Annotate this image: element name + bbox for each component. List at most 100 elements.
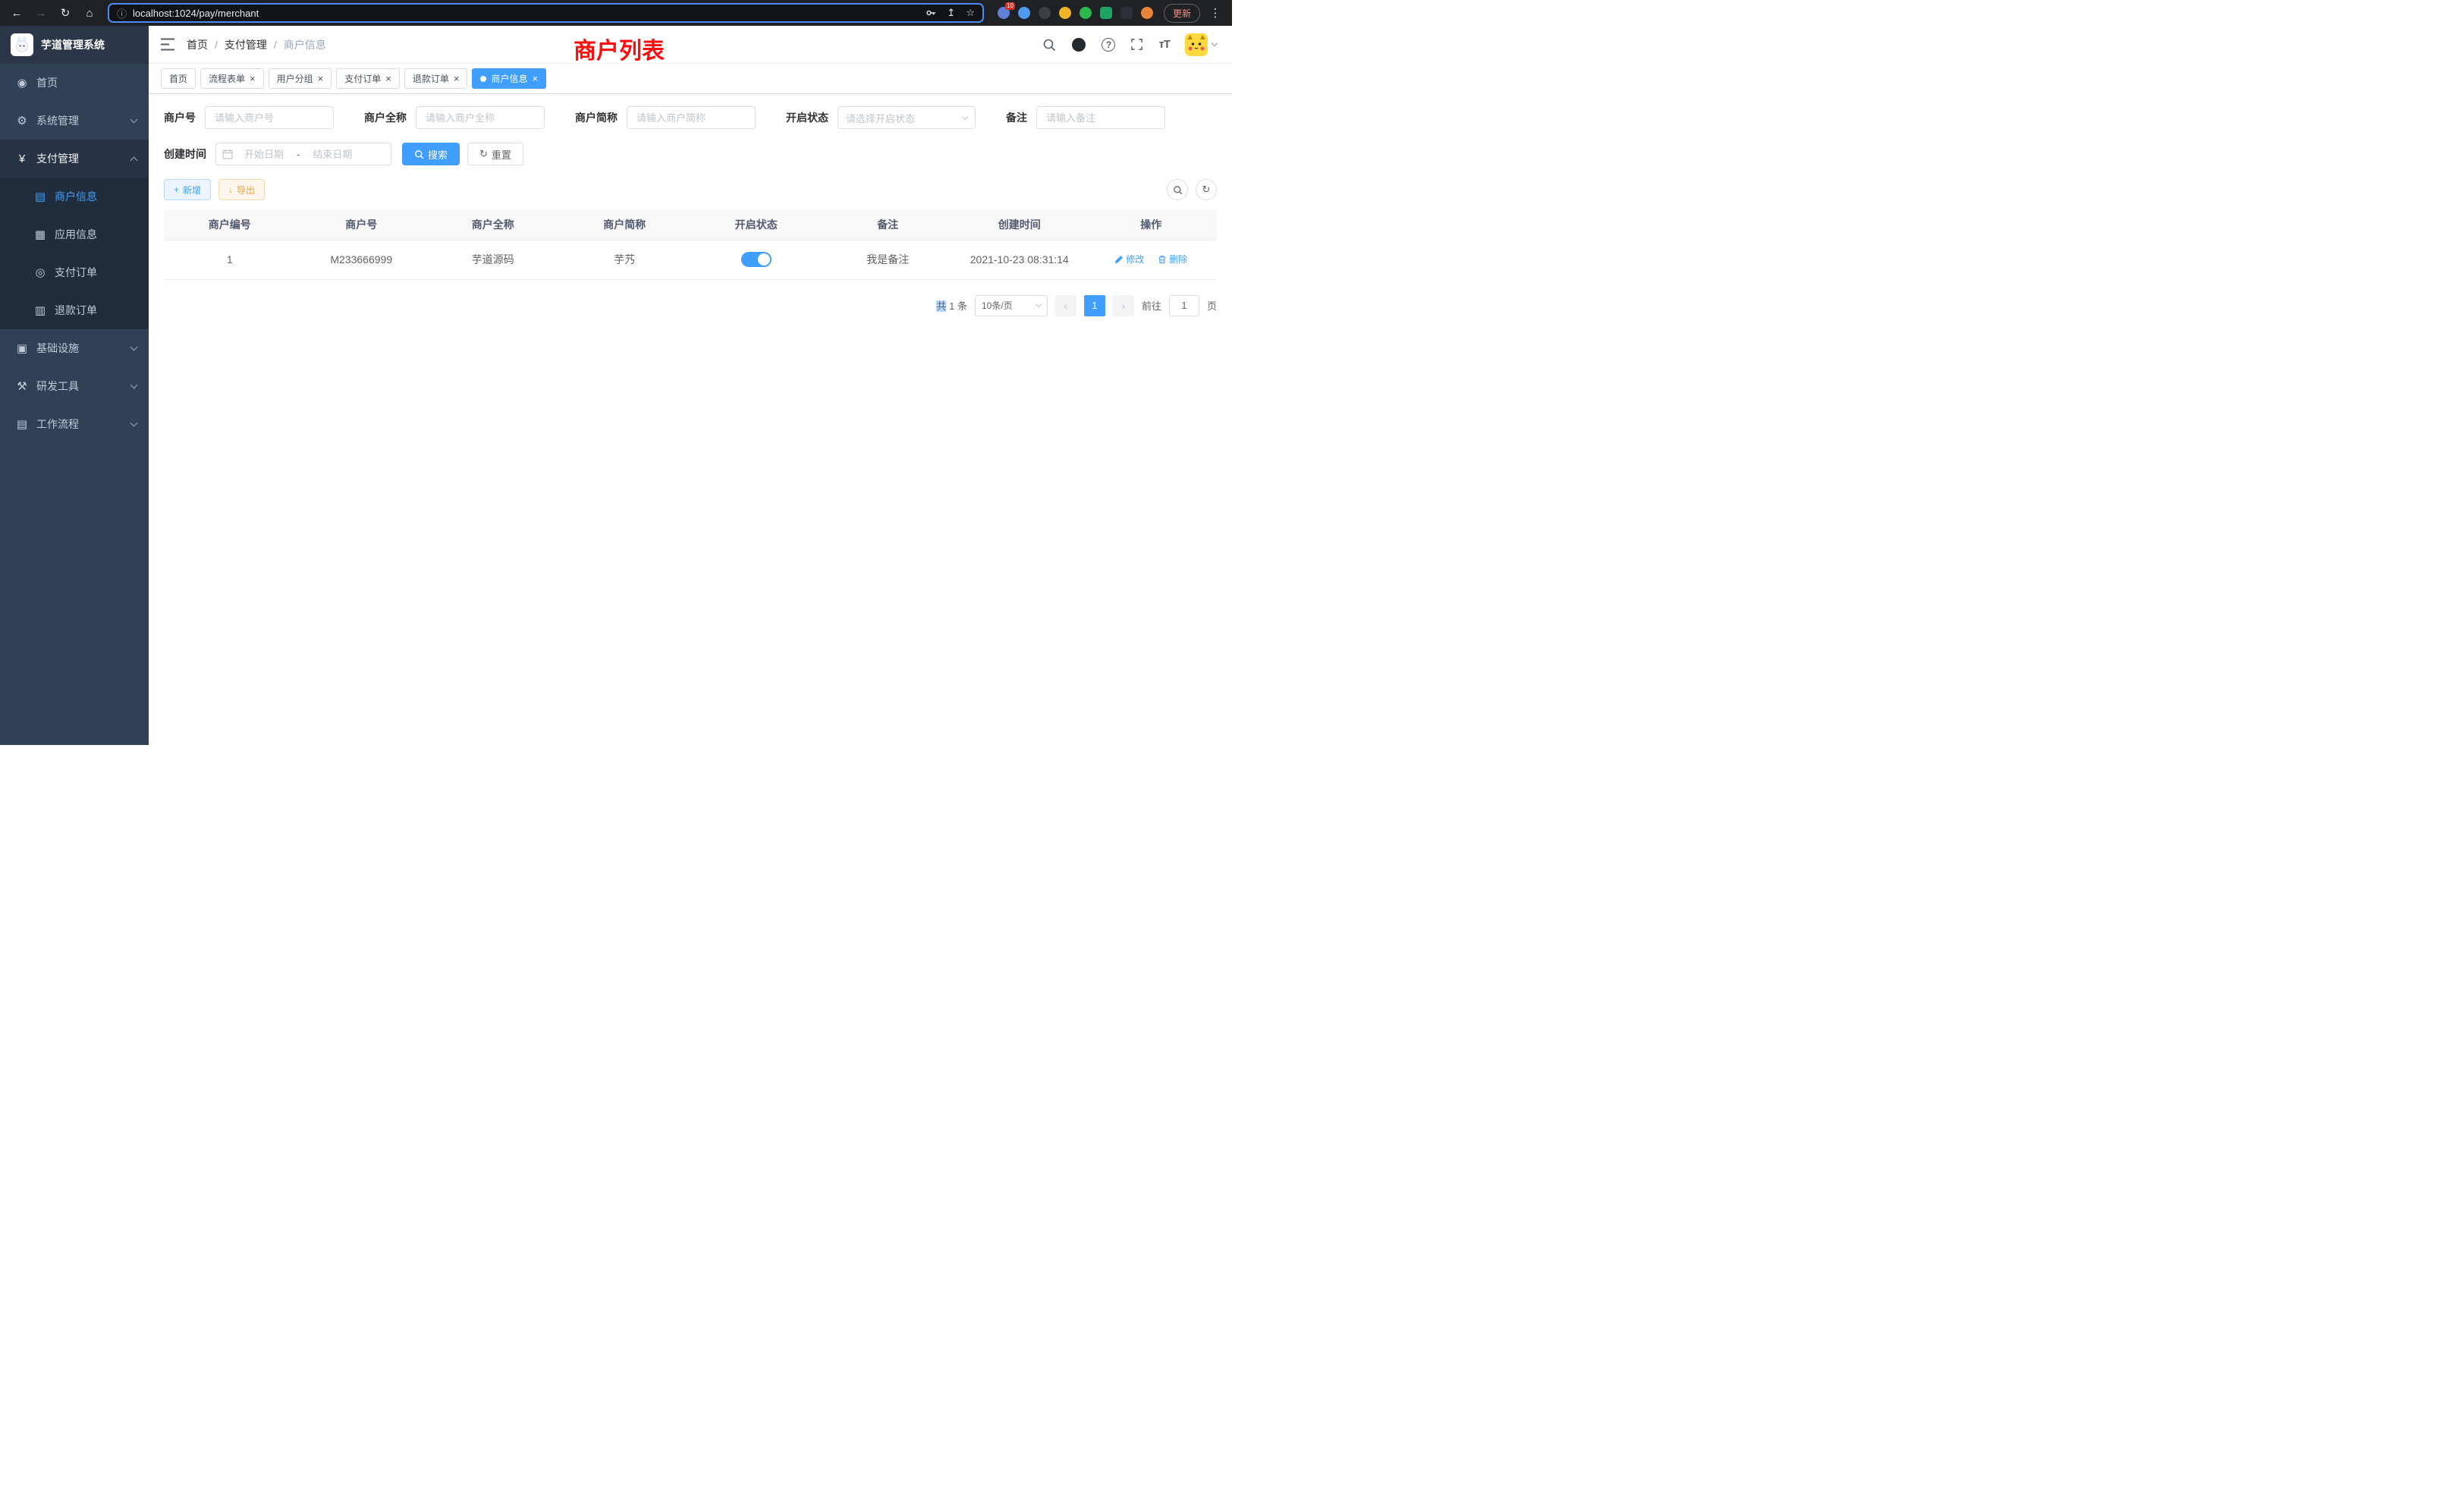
- sidebar-item-label: 支付订单: [55, 265, 97, 280]
- page-size-select[interactable]: 10条/页: [975, 295, 1048, 316]
- page-number-button[interactable]: 1: [1084, 295, 1105, 316]
- full-name-label: 商户全称: [364, 110, 416, 125]
- sidebar-item-label: 应用信息: [55, 227, 97, 242]
- browser-profile-avatar[interactable]: [1141, 7, 1153, 19]
- cell-short-name: 芋艿: [559, 240, 691, 279]
- font-size-icon[interactable]: тT: [1158, 38, 1170, 51]
- forward-icon[interactable]: →: [32, 4, 50, 22]
- sidebar-item-system[interactable]: ⚙ 系统管理: [0, 102, 149, 140]
- active-dot: [480, 76, 486, 82]
- extensions-puzzle-icon[interactable]: [1120, 7, 1133, 19]
- home-icon[interactable]: ⌂: [80, 4, 99, 22]
- sidebar-item-infrastructure[interactable]: ▣ 基础设施: [0, 329, 149, 367]
- refresh-table-button[interactable]: ↻: [1196, 179, 1217, 200]
- share-icon[interactable]: ↥: [947, 7, 955, 19]
- sidebar-item-merchant-info[interactable]: ▤ 商户信息: [0, 178, 149, 215]
- tab-label: 流程表单: [209, 72, 245, 85]
- delete-button[interactable]: 删除: [1158, 253, 1187, 266]
- hamburger-icon[interactable]: [149, 26, 187, 64]
- password-key-icon[interactable]: [926, 8, 936, 18]
- status-select[interactable]: 请选择开启状态: [838, 106, 976, 129]
- goto-page-input[interactable]: [1169, 295, 1199, 316]
- user-avatar[interactable]: [1185, 33, 1217, 56]
- add-button[interactable]: + 新增: [164, 179, 211, 200]
- tab-label: 用户分组: [277, 72, 313, 85]
- sidebar-item-dev-tools[interactable]: ⚒ 研发工具: [0, 367, 149, 405]
- sidebar-item-label: 研发工具: [36, 379, 79, 394]
- extension-icon[interactable]: [1080, 7, 1092, 19]
- create-time-range-picker[interactable]: -: [215, 143, 391, 165]
- sidebar-item-refund-order[interactable]: ▥ 退款订单: [0, 291, 149, 329]
- tab-user-group[interactable]: 用户分组 ×: [269, 68, 332, 89]
- help-icon[interactable]: ?: [1102, 38, 1115, 52]
- tab-merchant-info[interactable]: 商户信息 ×: [472, 68, 546, 89]
- extension-icon[interactable]: [1018, 7, 1030, 19]
- close-icon[interactable]: ×: [250, 74, 256, 83]
- short-name-label: 商户简称: [575, 110, 627, 125]
- tab-label: 首页: [169, 72, 187, 85]
- sidebar-item-label: 系统管理: [36, 113, 79, 128]
- goto-unit: 页: [1207, 298, 1217, 313]
- sidebar-item-pay-order[interactable]: ◎ 支付订单: [0, 253, 149, 291]
- merchant-no-label: 商户号: [164, 110, 205, 125]
- extension-icon[interactable]: [1039, 7, 1051, 19]
- export-button[interactable]: ↓ 导出: [218, 179, 265, 200]
- edit-pencil-icon: [1114, 255, 1124, 264]
- back-icon[interactable]: ←: [8, 4, 26, 22]
- tab-pay-order[interactable]: 支付订单 ×: [336, 68, 400, 89]
- breadcrumb-item-home[interactable]: 首页: [187, 37, 208, 52]
- extension-icon[interactable]: 10: [998, 7, 1010, 19]
- browser-update-button[interactable]: 更新: [1164, 4, 1200, 23]
- sidebar-item-payment[interactable]: ¥ 支付管理: [0, 140, 149, 178]
- reload-icon[interactable]: ↻: [56, 4, 74, 22]
- next-page-button[interactable]: ›: [1113, 295, 1134, 316]
- bookmark-star-icon[interactable]: ☆: [966, 7, 975, 19]
- sidebar-item-workflow[interactable]: ▤ 工作流程: [0, 405, 149, 443]
- tab-process-form[interactable]: 流程表单 ×: [200, 68, 264, 89]
- fullscreen-icon[interactable]: [1130, 38, 1143, 51]
- sidebar-item-app-info[interactable]: ▦ 应用信息: [0, 215, 149, 253]
- remark-input[interactable]: [1036, 106, 1165, 129]
- search-icon[interactable]: [1042, 38, 1056, 52]
- start-date-input[interactable]: [236, 149, 292, 160]
- search-button[interactable]: 搜索: [402, 143, 460, 165]
- edit-button[interactable]: 修改: [1114, 253, 1144, 266]
- tags-view-bar: 首页 流程表单 × 用户分组 × 支付订单 × 退款订单 ×: [149, 64, 1232, 94]
- site-info-icon[interactable]: ⓘ: [117, 6, 127, 20]
- cell-remark: 我是备注: [822, 240, 954, 279]
- github-icon[interactable]: [1071, 37, 1086, 52]
- extension-icon[interactable]: [1059, 7, 1071, 19]
- sidebar-logo[interactable]: 芋道管理系统: [0, 26, 149, 64]
- url-bar[interactable]: ⓘ localhost:1024/pay/merchant ↥ ☆: [108, 3, 984, 23]
- end-date-input[interactable]: [304, 149, 360, 160]
- cell-merchant-no: M233666999: [296, 240, 428, 279]
- prev-page-button[interactable]: ‹: [1055, 295, 1076, 316]
- target-icon: ◎: [33, 266, 47, 279]
- short-name-input[interactable]: [627, 106, 756, 129]
- remark-label: 备注: [1006, 110, 1036, 125]
- plus-icon: +: [174, 184, 179, 195]
- breadcrumb-item-payment[interactable]: 支付管理: [225, 37, 267, 52]
- breadcrumb-separator: /: [274, 39, 277, 51]
- close-icon[interactable]: ×: [318, 74, 324, 83]
- browser-menu-dots-icon[interactable]: ⋮: [1206, 4, 1224, 22]
- full-name-input[interactable]: [416, 106, 545, 129]
- status-toggle[interactable]: [741, 252, 772, 267]
- toggle-search-button[interactable]: [1167, 179, 1188, 200]
- tab-refund-order[interactable]: 退款订单 ×: [404, 68, 468, 89]
- tab-home[interactable]: 首页: [161, 68, 196, 89]
- extension-icon[interactable]: [1100, 7, 1112, 19]
- chevron-down-icon: [130, 420, 138, 427]
- sidebar-item-home[interactable]: ◉ 首页: [0, 64, 149, 102]
- sidebar-item-label: 工作流程: [36, 417, 79, 432]
- chevron-down-icon: [130, 382, 138, 389]
- close-icon[interactable]: ×: [454, 74, 460, 83]
- merchant-no-input[interactable]: [205, 106, 334, 129]
- breadcrumb: 首页 / 支付管理 / 商户信息: [187, 37, 326, 52]
- merchant-table: 商户编号 商户号 商户全称 商户简称 开启状态 备注 创建时间 操作 1 M23…: [164, 209, 1217, 280]
- main-area: 商户列表 首页 / 支付管理 / 商户信息 ?: [149, 26, 1232, 745]
- close-icon[interactable]: ×: [385, 74, 391, 83]
- close-icon[interactable]: ×: [532, 74, 538, 83]
- navbar-actions: ? тT: [1042, 33, 1217, 56]
- reset-button[interactable]: ↻ 重置: [467, 143, 523, 165]
